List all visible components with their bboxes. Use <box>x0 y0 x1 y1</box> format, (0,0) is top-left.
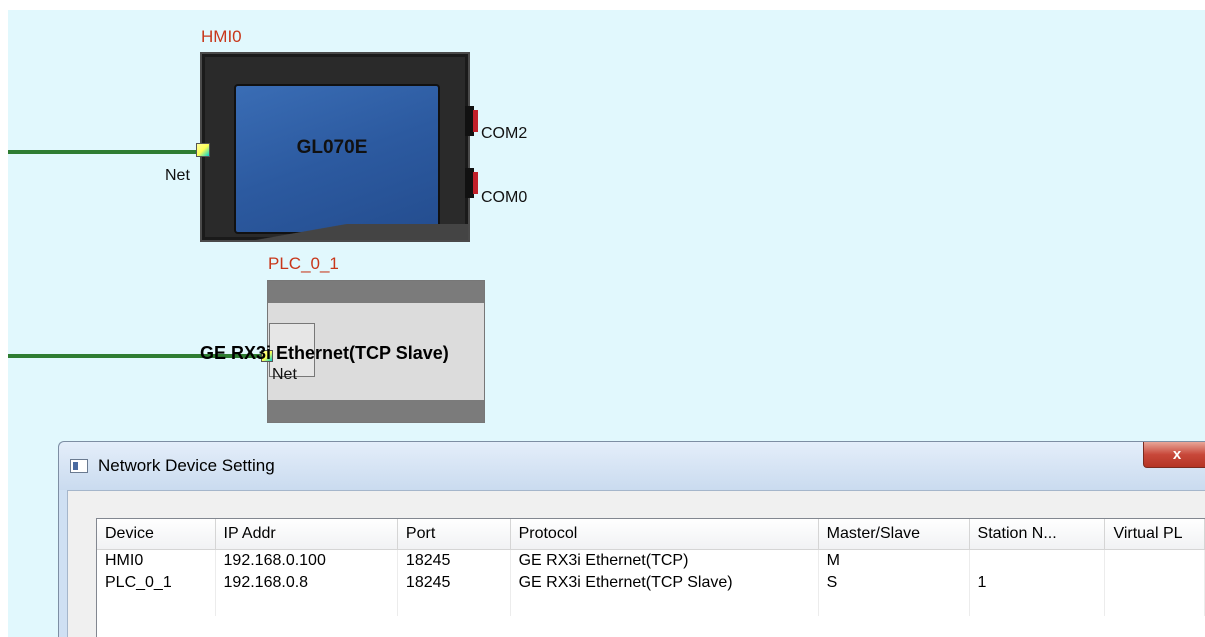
cell-ip-addr[interactable]: 192.168.0.8 <box>215 572 398 594</box>
table-header-row: Device IP Addr Port Protocol Master/Slav… <box>97 519 1205 550</box>
net-wire-hmi <box>8 150 198 154</box>
column-header-device[interactable]: Device <box>97 519 216 550</box>
plc-device-title: GE RX3i Ethernet(TCP Slave) <box>200 343 449 363</box>
cell-port[interactable]: 18245 <box>397 572 511 594</box>
cell-master-slave[interactable]: S <box>818 572 970 594</box>
column-header-master-slave[interactable]: Master/Slave <box>818 519 970 550</box>
close-button[interactable]: x <box>1143 442 1205 468</box>
hmi-device[interactable]: GL070E <box>200 52 470 242</box>
table-row[interactable]: HMI0 192.168.0.100 18245 GE RX3i Etherne… <box>97 549 1205 572</box>
hmi-net-port-icon[interactable] <box>196 143 210 157</box>
column-header-station-no[interactable]: Station N... <box>969 519 1106 550</box>
cell-station-no[interactable] <box>969 549 1106 572</box>
cell-port[interactable]: 18245 <box>397 549 511 572</box>
plc-net-port-label: Net <box>272 366 297 383</box>
cell-protocol[interactable]: GE RX3i Ethernet(TCP) <box>510 549 819 572</box>
plc-device-name: PLC_0_1 <box>268 254 339 273</box>
cell-protocol[interactable]: GE RX3i Ethernet(TCP Slave) <box>510 572 819 594</box>
cell-virtual-plc[interactable] <box>1104 549 1205 572</box>
cell-ip-addr[interactable]: 192.168.0.100 <box>215 549 398 572</box>
device-table[interactable]: Device IP Addr Port Protocol Master/Slav… <box>96 518 1205 637</box>
table-row-empty <box>97 594 1205 616</box>
hmi-com2-port-icon[interactable] <box>465 106 478 136</box>
dialog-titlebar[interactable]: Network Device Setting x <box>59 442 1205 490</box>
hmi-screen: GL070E <box>234 84 440 234</box>
column-header-protocol[interactable]: Protocol <box>510 519 819 550</box>
cell-station-no[interactable]: 1 <box>969 572 1106 594</box>
cell-device[interactable]: PLC_0_1 <box>97 572 216 594</box>
hmi-com0-port-label: COM0 <box>481 189 528 206</box>
cell-virtual-plc[interactable] <box>1104 572 1205 594</box>
hmi-model-label: GL070E <box>296 137 368 158</box>
dialog-client-area: Device IP Addr Port Protocol Master/Slav… <box>67 490 1205 637</box>
cell-device[interactable]: HMI0 <box>97 549 216 572</box>
hmi-bezel <box>202 224 468 240</box>
table-row[interactable]: PLC_0_1 192.168.0.8 18245 GE RX3i Ethern… <box>97 572 1205 594</box>
hmi-device-name: HMI0 <box>201 27 242 46</box>
column-header-virtual-plc[interactable]: Virtual PL <box>1104 519 1205 550</box>
plc-top-bar <box>268 281 484 303</box>
window-icon <box>70 459 88 473</box>
plc-bottom-bar <box>268 400 484 422</box>
hmi-net-port-label: Net <box>165 167 190 184</box>
dialog-title: Network Device Setting <box>98 456 275 475</box>
column-header-port[interactable]: Port <box>397 519 511 550</box>
column-header-ip-addr[interactable]: IP Addr <box>215 519 398 550</box>
hmi-com2-port-label: COM2 <box>481 125 528 142</box>
hmi-com0-port-icon[interactable] <box>465 168 478 198</box>
network-device-setting-dialog: Network Device Setting x Device IP Addr … <box>58 441 1205 637</box>
cell-master-slave[interactable]: M <box>818 549 970 572</box>
